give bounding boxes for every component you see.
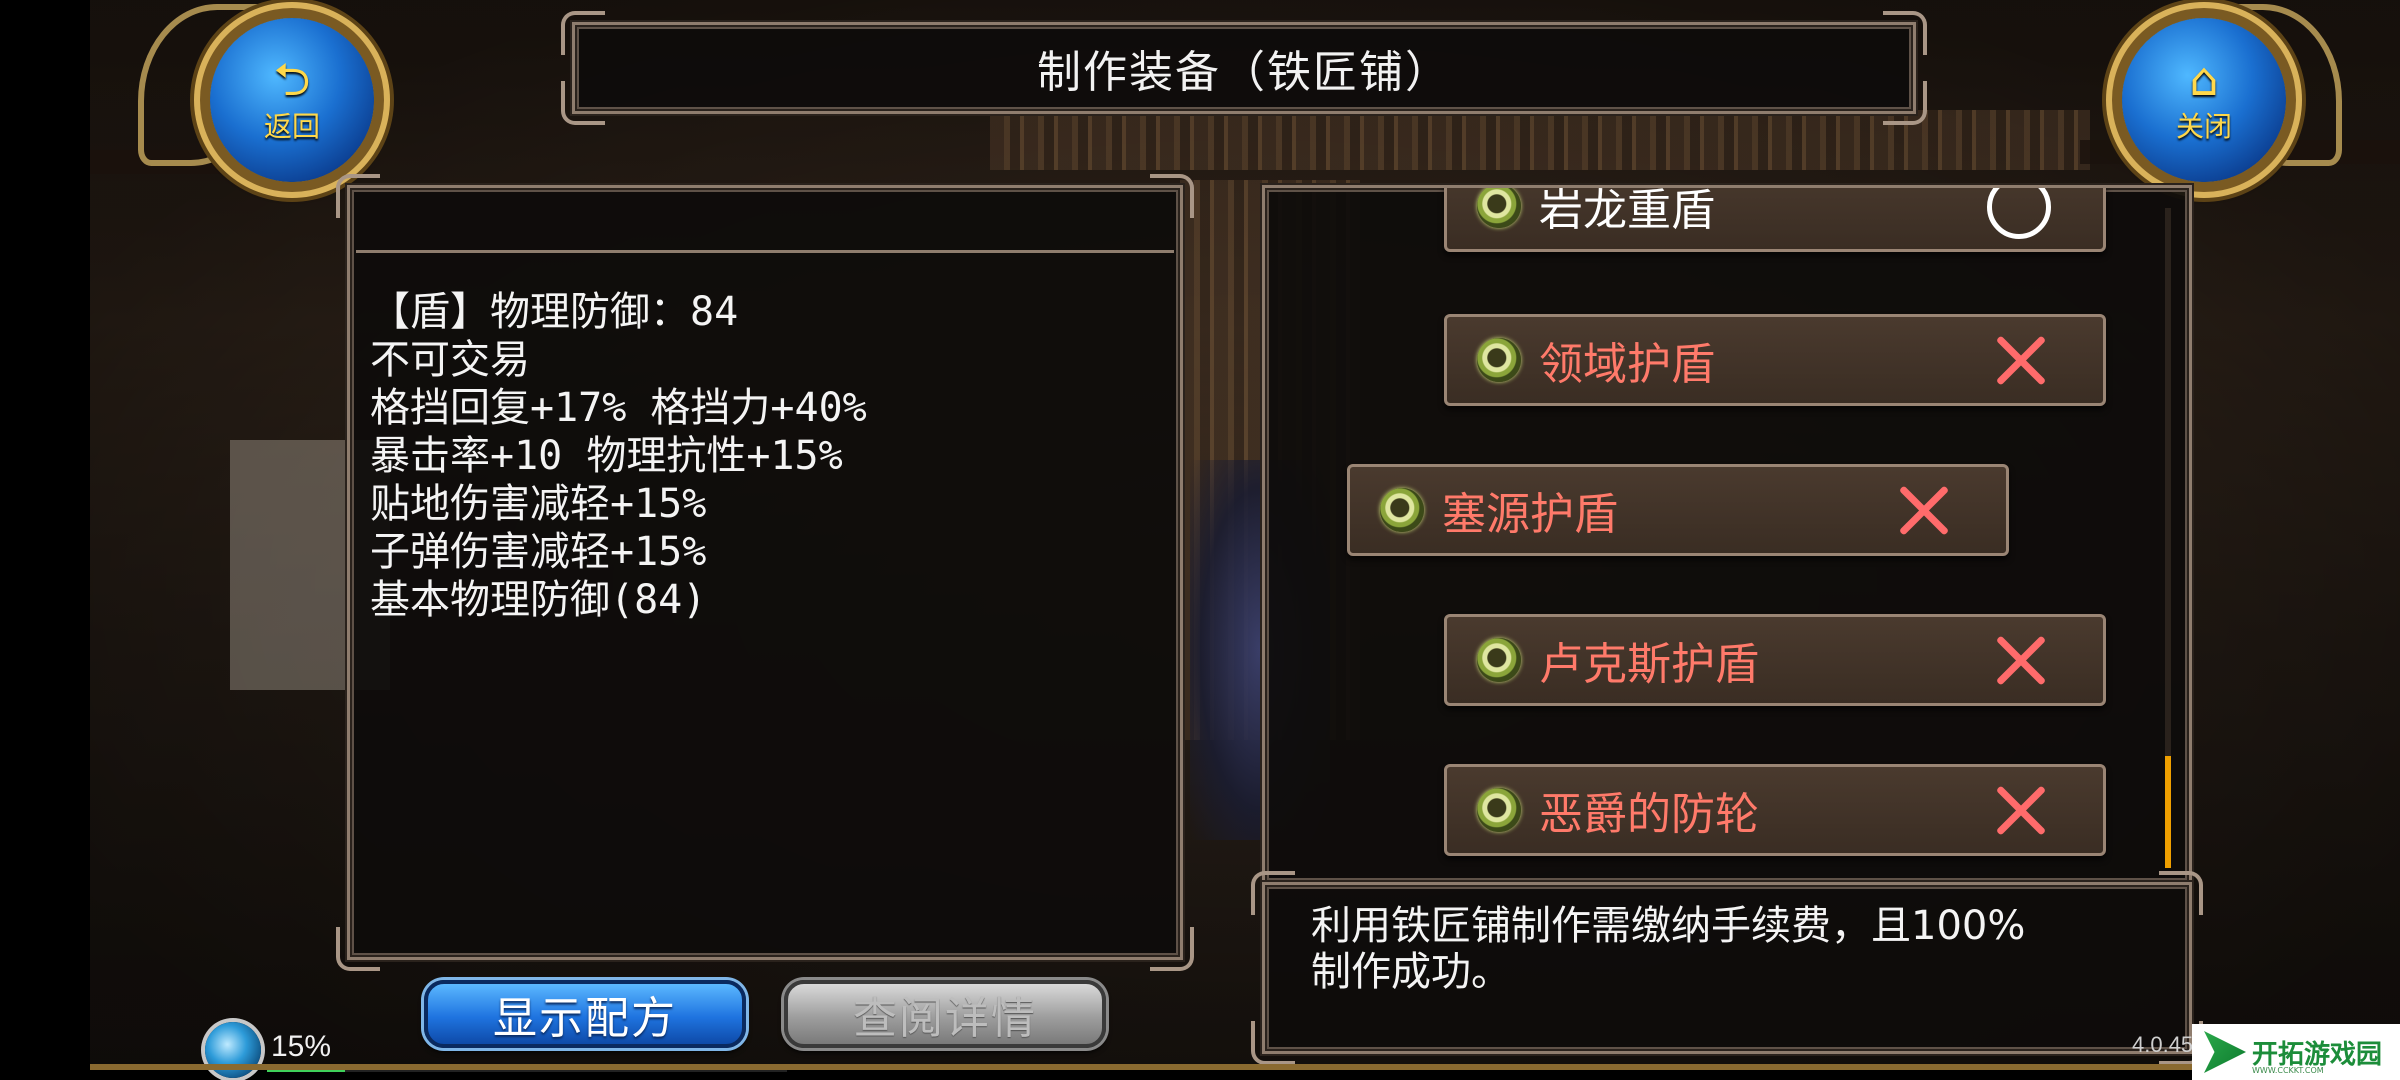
gem-icon [1477, 338, 1521, 382]
page-title: 制作装备（铁匠铺） [1037, 47, 1451, 98]
recipe-item[interactable]: 卢克斯护盾 [1444, 614, 2106, 706]
description-text: 利用铁匠铺制作需缴纳手续费，且100% 制作成功。 [1311, 903, 2159, 995]
recipe-name: 塞源护盾 [1442, 489, 1618, 540]
bottom-divider [90, 1064, 2400, 1070]
back-arrow-icon: ⮌ [273, 52, 311, 106]
recipe-item[interactable]: 岩龙重盾 [1444, 185, 2106, 252]
gem-icon [1477, 638, 1521, 682]
close-button[interactable]: ⌂ 关闭 [2122, 18, 2286, 182]
description-line: 利用铁匠铺制作需缴纳手续费，且100% [1311, 903, 2026, 949]
recipe-item[interactable]: 恶爵的防轮 [1444, 764, 2106, 856]
stat-line: 暴击率+10 物理抗性+15% [370, 433, 843, 479]
gem-icon [1380, 488, 1424, 532]
view-details-button[interactable]: 查阅详情 [784, 980, 1106, 1048]
watermark-subtitle: WWW.CCKKT.COM [2252, 1066, 2324, 1075]
recipe-list-panel[interactable]: 岩龙重盾 领域护盾 塞源护盾 卢克斯护盾 恶爵的防轮 [1262, 185, 2192, 885]
item-detail-header [356, 194, 1174, 253]
recipe-name: 卢克斯护盾 [1539, 639, 1759, 690]
gem-icon [1477, 788, 1521, 832]
recipe-name: 恶爵的防轮 [1539, 789, 1759, 840]
craftable-circle-icon [1987, 188, 2051, 239]
scrollbar-thumb[interactable] [2165, 756, 2171, 868]
description-line: 制作成功。 [1311, 949, 1511, 995]
recipe-item[interactable]: 塞源护盾 [1347, 464, 2009, 556]
version-label: 4.0.45 [2132, 1032, 2194, 1057]
watermark-logo-icon [2204, 1031, 2246, 1073]
watermark: 开拓游戏园 WWW.CCKKT.COM [2192, 1024, 2400, 1080]
home-icon: ⌂ [2189, 52, 2219, 106]
item-stats: 【盾】物理防御：84 不可交易 格挡回复+17% 格挡力+40% 暴击率+10 … [370, 288, 867, 624]
recipe-item[interactable]: 领域护盾 [1444, 314, 2106, 406]
description-panel: 利用铁匠铺制作需缴纳手续费，且100% 制作成功。 [1251, 871, 2203, 1065]
back-button-label: 返回 [263, 110, 320, 143]
recipe-scrollbar[interactable] [2165, 208, 2171, 868]
recipe-name: 岩龙重盾 [1539, 185, 1715, 236]
stat-line: 子弹伤害减轻+15% [370, 529, 707, 575]
show-recipe-button[interactable]: 显示配方 [424, 980, 746, 1048]
recipe-name: 领域护盾 [1539, 339, 1715, 390]
not-craftable-x-icon [1991, 781, 2051, 841]
watermark-title: 开拓游戏园 [2252, 1039, 2383, 1070]
stat-line: 基本物理防御(84) [370, 577, 707, 623]
item-detail-panel: 【盾】物理防御：84 不可交易 格挡回复+17% 格挡力+40% 暴击率+10 … [336, 174, 1194, 971]
back-button[interactable]: ⮌ 返回 [210, 18, 374, 182]
bookshelf [990, 110, 2090, 170]
not-craftable-x-icon [1894, 481, 1954, 541]
not-craftable-x-icon [1991, 631, 2051, 691]
gem-icon [1477, 188, 1521, 228]
stat-line: 格挡回复+17% 格挡力+40% [370, 385, 867, 431]
title-bar: 制作装备（铁匠铺） [561, 11, 1927, 125]
progress-percent: 15% [271, 1030, 332, 1063]
stat-line: 【盾】物理防御：84 [370, 289, 739, 335]
stat-line: 不可交易 [370, 337, 530, 383]
not-craftable-x-icon [1991, 331, 2051, 391]
close-button-label: 关闭 [2175, 110, 2232, 143]
stat-line: 贴地伤害减轻+15% [370, 481, 707, 527]
